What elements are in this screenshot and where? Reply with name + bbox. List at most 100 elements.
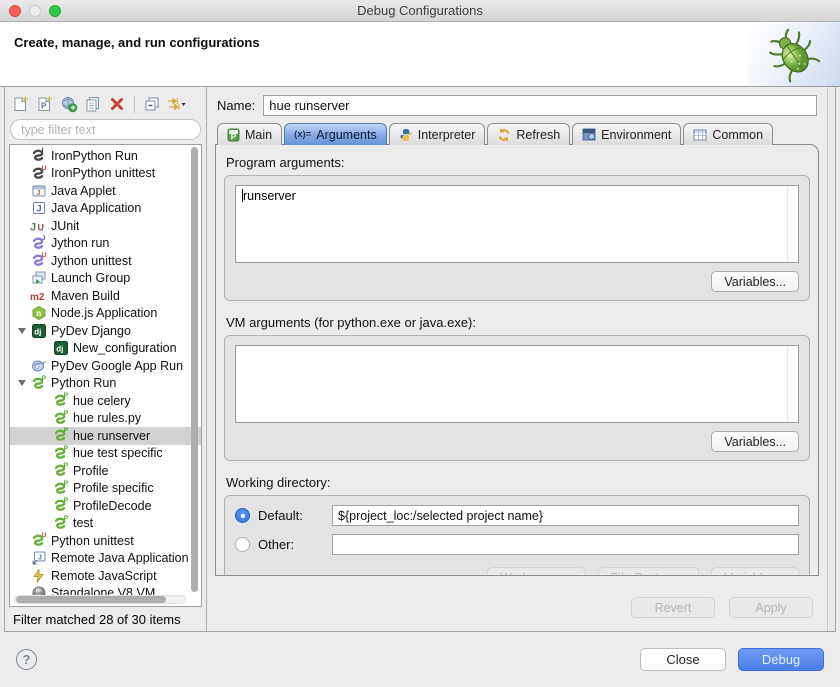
tree-item-hue-celery[interactable]: Phue celery	[10, 392, 201, 410]
tab-environment[interactable]: Environment	[572, 123, 681, 145]
tree-item-launch-group[interactable]: Launch Group	[10, 270, 201, 288]
vm-arguments-variables-button[interactable]: Variables...	[711, 431, 799, 452]
tab-main-icon: P	[227, 128, 240, 142]
filter-configurations-button[interactable]	[166, 94, 186, 114]
svg-text:J: J	[30, 221, 36, 233]
svg-text:P: P	[64, 410, 69, 417]
workspace-button[interactable]: Workspace...	[487, 567, 586, 576]
tree-item-remote-java-application[interactable]: JRemote Java Application	[10, 550, 201, 568]
new-configuration-button[interactable]: +	[11, 94, 31, 114]
tree-item-hue-test-specific[interactable]: Phue test specific	[10, 445, 201, 463]
minimize-window-button[interactable]	[29, 5, 41, 17]
textarea-scrollbar[interactable]	[787, 186, 798, 262]
svg-text:P: P	[64, 515, 69, 522]
tree-item-remote-javascript[interactable]: Remote JavaScript	[10, 567, 201, 585]
other-radio[interactable]	[235, 537, 250, 552]
py-dark-i-icon: I	[30, 148, 47, 164]
new-prototype-button[interactable]: P+	[35, 94, 55, 114]
svg-text:J: J	[36, 190, 40, 197]
tree-item-java-applet[interactable]: JJava Applet	[10, 182, 201, 200]
svg-text:+: +	[23, 95, 29, 106]
tree-horizontal-scrollbar-thumb[interactable]	[16, 596, 166, 603]
tree-item-label: JUnit	[51, 219, 79, 233]
other-directory-input[interactable]	[332, 534, 799, 555]
tree-item-label: Profile	[73, 464, 108, 478]
tree-item-pydev-google-app-run[interactable]: PyDev Google App Run	[10, 357, 201, 375]
py-green-p-icon: P	[52, 428, 69, 444]
zoom-window-button[interactable]	[49, 5, 61, 17]
textarea-scrollbar[interactable]	[787, 346, 798, 422]
revert-button[interactable]: Revert	[631, 597, 715, 618]
tree-item-hue-rules-py[interactable]: Phue rules.py	[10, 410, 201, 428]
tree-horizontal-scrollbar[interactable]	[14, 595, 186, 604]
expander-icon[interactable]	[14, 380, 30, 386]
configurations-panel: +P+ IIronPython RunUIronPython unittestJ…	[5, 87, 207, 631]
tree-item-profile[interactable]: PProfile	[10, 462, 201, 480]
tree-item-node-js-application[interactable]: nNode.js Application	[10, 305, 201, 323]
other-label: Other:	[258, 537, 324, 552]
debug-button[interactable]: Debug	[738, 648, 824, 671]
vm-arguments-group: Variables...	[224, 335, 810, 461]
tree-item-label: Maven Build	[51, 289, 120, 303]
tab-main[interactable]: PMain	[217, 123, 282, 145]
tab-label: Common	[712, 128, 763, 142]
default-directory-input[interactable]	[332, 505, 799, 526]
tree-item-ironpython-run[interactable]: IIronPython Run	[10, 147, 201, 165]
svg-text:J: J	[36, 204, 41, 214]
program-arguments-textarea[interactable]: runserver	[235, 185, 799, 263]
vm-arguments-textarea[interactable]	[235, 345, 799, 423]
delete-configuration-button[interactable]	[107, 94, 127, 114]
tree-item-python-unittest[interactable]: UPython unittest	[10, 532, 201, 550]
tree-item-label: hue rules.py	[73, 411, 141, 425]
tree-item-new-configuration[interactable]: djNew_configuration	[10, 340, 201, 358]
svg-text:U: U	[38, 222, 45, 232]
tab-refresh[interactable]: Refresh	[487, 123, 570, 145]
close-window-button[interactable]	[9, 5, 21, 17]
tree-item-label: ProfileDecode	[73, 499, 152, 513]
export-configurations-button[interactable]	[59, 94, 79, 114]
apply-button[interactable]: Apply	[729, 597, 813, 618]
tree-item-jython-run[interactable]: JJython run	[10, 235, 201, 253]
svg-text:+: +	[47, 95, 53, 106]
maven-icon: m2	[30, 288, 47, 304]
close-button[interactable]: Close	[640, 648, 726, 671]
tree-item-java-application[interactable]: JJava Application	[10, 200, 201, 218]
tab-interpreter[interactable]: Interpreter	[389, 123, 486, 145]
tree-vertical-scrollbar[interactable]	[190, 147, 199, 592]
name-input[interactable]	[263, 95, 817, 116]
configurations-toolbar: +P+	[9, 91, 202, 117]
help-button[interactable]: ?	[16, 649, 37, 670]
tree-item-test[interactable]: Ptest	[10, 515, 201, 533]
tab-interpreter-icon	[399, 128, 413, 142]
tree-item-pydev-django[interactable]: djPyDev Django	[10, 322, 201, 340]
tree-item-maven-build[interactable]: m2 Maven Build	[10, 287, 201, 305]
tree-item-ironpython-unittest[interactable]: UIronPython unittest	[10, 165, 201, 183]
duplicate-configuration-button[interactable]	[83, 94, 103, 114]
tree-item-python-run[interactable]: P Python Run	[10, 375, 201, 393]
default-radio[interactable]	[235, 508, 250, 523]
tab-arguments[interactable]: (x)=Arguments	[284, 123, 387, 145]
tree-item-label: Python Run	[51, 376, 116, 390]
tab-common[interactable]: Common	[683, 123, 773, 145]
svg-text:I: I	[42, 147, 44, 154]
tree-item-label: Remote JavaScript	[51, 569, 157, 583]
tree-item-jython-unittest[interactable]: UJython unittest	[10, 252, 201, 270]
editor-scrollbar-track[interactable]	[827, 87, 835, 631]
tree-vertical-scrollbar-thumb[interactable]	[191, 147, 198, 592]
svg-text:P: P	[42, 375, 47, 382]
py-dark-u-icon: U	[30, 165, 47, 181]
program-arguments-variables-button[interactable]: Variables...	[711, 271, 799, 292]
tree-item-profile-specific[interactable]: PProfile specific	[10, 480, 201, 498]
tab-label: Environment	[601, 128, 671, 142]
collapse-all-button[interactable]	[142, 94, 162, 114]
working-directory-variables-button[interactable]: Variables...	[711, 567, 799, 576]
tree-item-label: PyDev Google App Run	[51, 359, 183, 373]
tree-item-hue-runserver[interactable]: Phue runserver	[10, 427, 201, 445]
file-system-button[interactable]: File System...	[598, 567, 700, 576]
tree-item-profiledecode[interactable]: PProfileDecode	[10, 497, 201, 515]
tree-item-junit[interactable]: JU JUnit	[10, 217, 201, 235]
tab-label: Interpreter	[418, 128, 476, 142]
expander-icon[interactable]	[14, 328, 30, 334]
py-green-p-icon: P	[52, 480, 69, 496]
filter-input[interactable]	[10, 119, 201, 140]
